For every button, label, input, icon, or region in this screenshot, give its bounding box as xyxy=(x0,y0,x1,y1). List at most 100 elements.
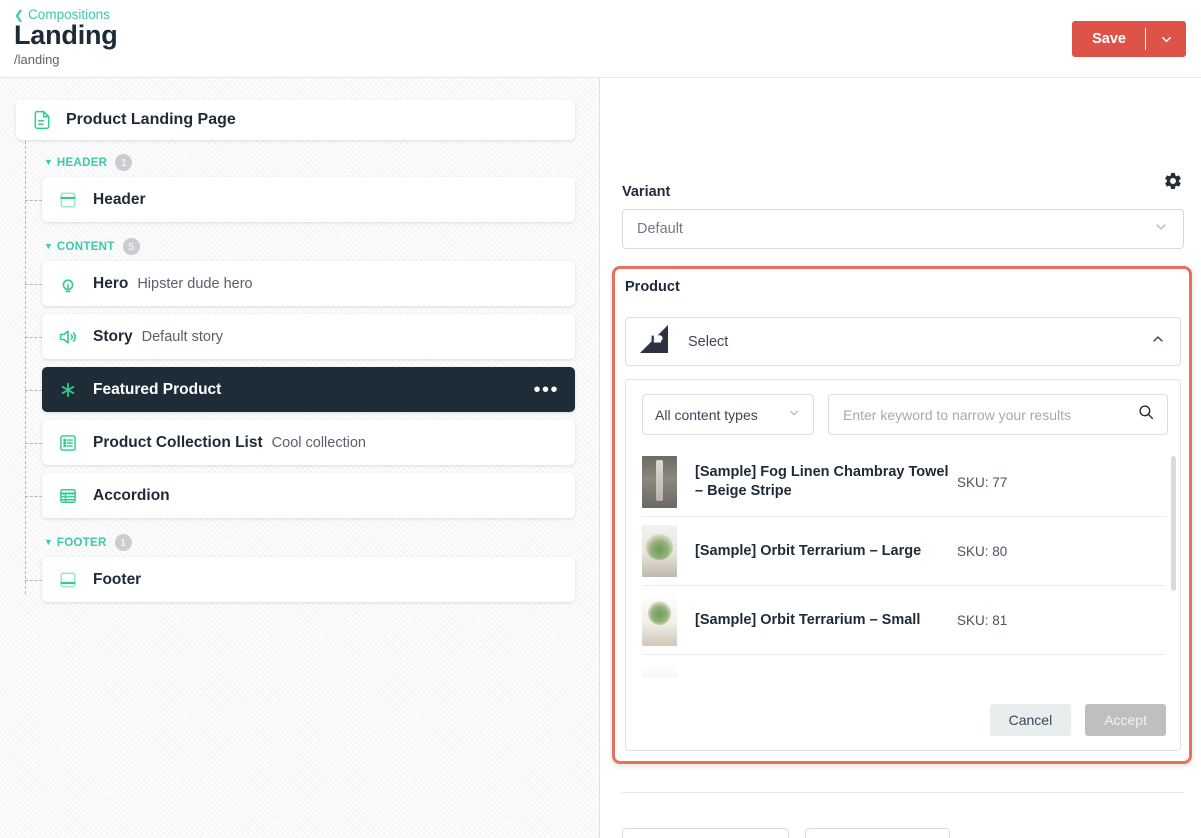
chevron-down-icon: ▼ xyxy=(44,158,53,167)
footer-block-icon xyxy=(58,570,78,590)
tree-node-wrap: Footer xyxy=(16,557,575,602)
tree-node-footer[interactable]: Footer xyxy=(42,557,575,602)
tree-group-footer[interactable]: ▼ FOOTER 1 xyxy=(16,526,575,557)
megaphone-icon xyxy=(58,327,78,347)
tree-node-wrap: Featured Product ••• xyxy=(16,367,575,412)
tree-node-sublabel: Hipster dude hero xyxy=(137,276,252,292)
tree-node-wrap: Accordion xyxy=(16,473,575,518)
tree-node-label: Footer xyxy=(93,571,141,589)
product-picker-dropdown: All content types xyxy=(625,379,1181,751)
app-root: ❮ Compositions Landing /landing Save xyxy=(0,0,1201,838)
save-button-group: Save xyxy=(1072,21,1186,57)
variant-selected-value: Default xyxy=(637,221,683,237)
save-button[interactable]: Save xyxy=(1072,21,1146,57)
product-name: [Sample] Orbit Terrarium – Small xyxy=(695,611,957,630)
tree-group-label: HEADER xyxy=(57,157,107,169)
variant-select[interactable]: Default xyxy=(622,209,1184,249)
product-name: [Sample] Orbit Terrarium – Large xyxy=(695,542,957,561)
tree-node-wrap: Header xyxy=(16,177,575,222)
chevron-left-icon: ❮ xyxy=(14,9,24,21)
tree-node-label: Header xyxy=(93,191,146,209)
header-block-icon xyxy=(58,190,78,210)
page-title: Landing xyxy=(14,20,118,51)
tree-node-label: Hero xyxy=(93,275,128,293)
product-results-list: [Sample] Fog Linen Chambray Towel – Beig… xyxy=(642,448,1166,678)
product-sku: SKU: 81 xyxy=(957,613,1007,628)
tree-node-label: Featured Product xyxy=(93,381,221,399)
personalize-this-button[interactable]: Personalize This xyxy=(622,828,789,838)
accept-button[interactable]: Accept xyxy=(1085,704,1166,736)
tree-root-card[interactable]: Product Landing Page xyxy=(16,100,575,140)
page-slug: /landing xyxy=(14,52,60,67)
composition-tree: Product Landing Page ▼ HEADER 1 Header xyxy=(0,78,599,630)
list-icon xyxy=(58,433,78,453)
search-icon[interactable] xyxy=(1137,403,1155,426)
asterisk-icon xyxy=(58,380,78,400)
chevron-down-icon: ▼ xyxy=(44,242,53,251)
main-body: Product Landing Page ▼ HEADER 1 Header xyxy=(0,78,1201,838)
product-sku: SKU: 80 xyxy=(957,544,1007,559)
chevron-down-icon xyxy=(787,406,801,423)
tree-node-wrap: Hero Hipster dude hero xyxy=(16,261,575,306)
tree-group-label: CONTENT xyxy=(57,241,115,253)
bigcommerce-logo-icon xyxy=(640,325,670,358)
product-result-row[interactable]: [Sample] Orbit Terrarium – Large SKU: 80 xyxy=(642,517,1166,586)
ellipsis-icon[interactable]: ••• xyxy=(533,384,559,396)
lightbulb-icon xyxy=(58,274,78,294)
tree-node-accordion[interactable]: Accordion xyxy=(42,473,575,518)
terrarium-small-thumbnail xyxy=(642,594,677,646)
product-select-trigger[interactable]: Select xyxy=(625,317,1181,366)
keyword-search-input[interactable] xyxy=(841,406,1137,424)
tree-node-wrap: Product Collection List Cool collection xyxy=(16,420,575,465)
save-dropdown-button[interactable] xyxy=(1146,21,1186,57)
chevron-down-icon: ▼ xyxy=(44,538,53,547)
tree-group-header[interactable]: ▼ HEADER 1 xyxy=(16,146,575,177)
content-type-select[interactable]: All content types xyxy=(642,394,814,435)
tree-node-label: Accordion xyxy=(93,487,170,505)
results-scrollbar[interactable] xyxy=(1171,456,1176,591)
product-result-row[interactable]: [Sample] Fog Linen Chambray Towel – Beig… xyxy=(642,448,1166,517)
composition-tree-panel: Product Landing Page ▼ HEADER 1 Header xyxy=(0,78,600,838)
properties-panel: Variant Default Product xyxy=(600,78,1201,838)
towel-thumbnail xyxy=(642,456,677,508)
variant-label: Variant xyxy=(622,184,670,200)
tree-node-hero[interactable]: Hero Hipster dude hero xyxy=(42,261,575,306)
tree-group-content[interactable]: ▼ CONTENT 5 xyxy=(16,230,575,261)
product-result-row[interactable]: [Sample] Orbit Terrarium – Small SKU: 81 xyxy=(642,586,1166,655)
product-sku: SKU: 77 xyxy=(957,475,1007,490)
tree-node-header[interactable]: Header xyxy=(42,177,575,222)
product-field-card: Product Select xyxy=(612,266,1192,764)
tree-root-label: Product Landing Page xyxy=(66,111,236,129)
product-select-value: Select xyxy=(688,334,728,350)
tree-group-count: 1 xyxy=(115,154,132,171)
tree-node-story[interactable]: Story Default story xyxy=(42,314,575,359)
panel-divider xyxy=(622,792,1183,793)
product-field-label: Product xyxy=(625,279,680,295)
chevron-down-icon xyxy=(1159,32,1174,47)
tree-node-featured-product[interactable]: Featured Product ••• xyxy=(42,367,575,412)
tree-node-sublabel: Cool collection xyxy=(272,435,366,451)
ab-test-this-button[interactable]: A/B Test This xyxy=(805,828,950,838)
terrarium-large-thumbnail xyxy=(642,525,677,577)
chevron-down-icon xyxy=(1153,219,1169,239)
cancel-button[interactable]: Cancel xyxy=(990,704,1072,736)
table-icon xyxy=(58,486,78,506)
keyword-search-wrapper xyxy=(828,394,1168,435)
picker-actions: Cancel Accept xyxy=(990,704,1166,736)
panel-footer-actions: Personalize This A/B Test This xyxy=(622,828,950,838)
content-type-value: All content types xyxy=(655,407,758,423)
tree-node-label: Story xyxy=(93,328,133,346)
document-icon xyxy=(32,110,52,130)
partial-thumbnail xyxy=(642,663,677,678)
tree-node-product-collection-list[interactable]: Product Collection List Cool collection xyxy=(42,420,575,465)
tree-node-wrap: Story Default story xyxy=(16,314,575,359)
tree-group-label: FOOTER xyxy=(57,537,107,549)
product-result-row[interactable] xyxy=(642,655,1166,678)
tree-group-count: 5 xyxy=(123,238,140,255)
chevron-up-icon xyxy=(1150,331,1166,352)
picker-filters: All content types xyxy=(642,394,1168,435)
product-name: [Sample] Fog Linen Chambray Towel – Beig… xyxy=(695,463,957,500)
tree-node-label: Product Collection List xyxy=(93,434,263,452)
gear-icon[interactable] xyxy=(1163,171,1183,196)
top-bar: ❮ Compositions Landing /landing Save xyxy=(0,0,1201,78)
